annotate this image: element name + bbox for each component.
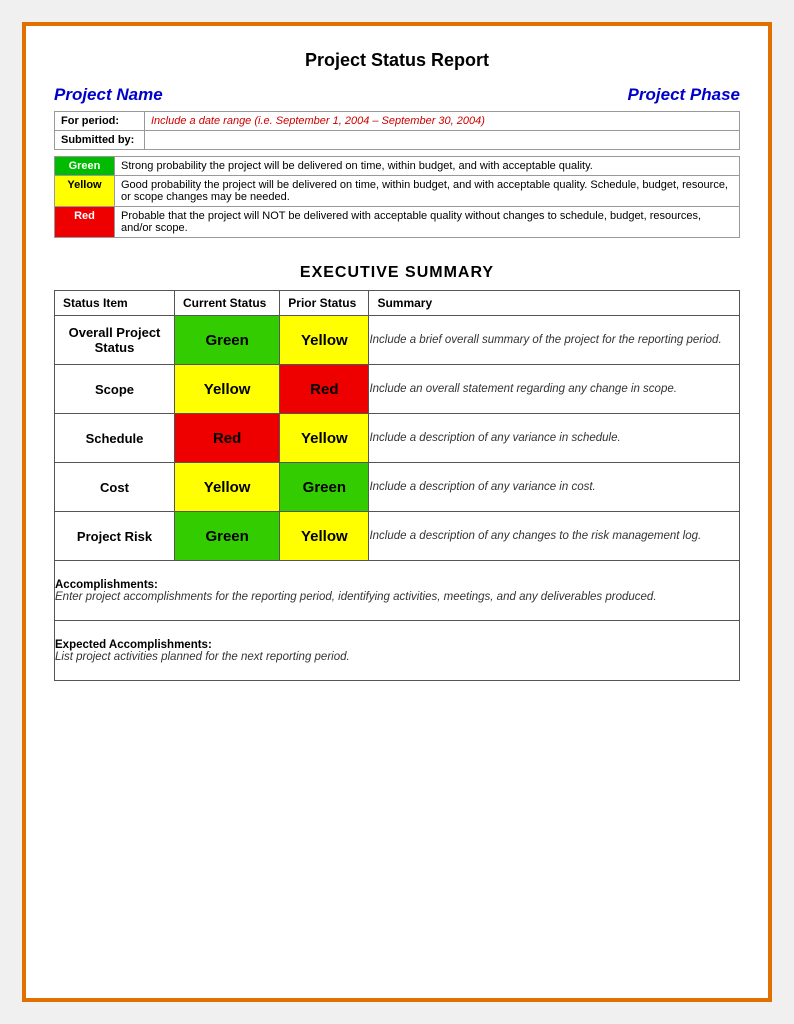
current-risk: Green <box>175 512 280 561</box>
for-period-label: For period: <box>55 112 145 131</box>
legend-green-row: Green Strong probability the project wil… <box>55 157 740 176</box>
submitted-by-label: Submitted by: <box>55 131 145 150</box>
accomplishments-cell: Accomplishments: Enter project accomplis… <box>55 561 740 621</box>
submitted-by-value <box>145 131 740 150</box>
legend-yellow-row: Yellow Good probability the project will… <box>55 176 740 207</box>
legend-green-color: Green <box>55 157 115 176</box>
submitted-by-row: Submitted by: <box>55 131 740 150</box>
summary-risk: Include a description of any changes to … <box>369 512 740 561</box>
current-overall: Green <box>175 316 280 365</box>
col-summary: Summary <box>369 291 740 316</box>
page-title: Project Status Report <box>54 50 740 71</box>
accomplishments-text: Enter project accomplishments for the re… <box>55 591 739 603</box>
item-overall: Overall Project Status <box>55 316 175 365</box>
prior-cost: Green <box>280 463 369 512</box>
expected-accomplishments-row: Expected Accomplishments: List project a… <box>55 621 740 681</box>
item-cost: Cost <box>55 463 175 512</box>
expected-label: Expected Accomplishments: <box>55 639 739 651</box>
summary-scope: Include an overall statement regarding a… <box>369 365 740 414</box>
table-row: Cost Yellow Green Include a description … <box>55 463 740 512</box>
table-row: Schedule Red Yellow Include a descriptio… <box>55 414 740 463</box>
prior-risk: Yellow <box>280 512 369 561</box>
col-prior-status: Prior Status <box>280 291 369 316</box>
badge-green: Green <box>175 316 279 364</box>
executive-summary-title: EXECUTIVE SUMMARY <box>54 264 740 282</box>
badge-yellow: Yellow <box>175 463 279 511</box>
badge-yellow: Yellow <box>280 414 368 462</box>
prior-overall: Yellow <box>280 316 369 365</box>
project-phase-label: Project Phase <box>628 85 740 105</box>
item-scope: Scope <box>55 365 175 414</box>
badge-red: Red <box>175 414 279 462</box>
col-current-status: Current Status <box>175 291 280 316</box>
prior-scope: Red <box>280 365 369 414</box>
legend-red-desc: Probable that the project will NOT be de… <box>115 207 740 238</box>
item-schedule: Schedule <box>55 414 175 463</box>
header-row: Project Name Project Phase <box>54 85 740 105</box>
for-period-value: Include a date range (i.e. September 1, … <box>145 112 740 131</box>
expected-accomplishments-cell: Expected Accomplishments: List project a… <box>55 621 740 681</box>
badge-yellow: Yellow <box>280 316 368 364</box>
info-table: For period: Include a date range (i.e. S… <box>54 111 740 150</box>
badge-green: Green <box>175 512 279 560</box>
summary-overall: Include a brief overall summary of the p… <box>369 316 740 365</box>
accomplishments-row: Accomplishments: Enter project accomplis… <box>55 561 740 621</box>
exec-table: Status Item Current Status Prior Status … <box>54 290 740 681</box>
badge-green: Green <box>280 463 368 511</box>
table-row: Scope Yellow Red Include an overall stat… <box>55 365 740 414</box>
legend-red-color: Red <box>55 207 115 238</box>
current-scope: Yellow <box>175 365 280 414</box>
project-name-label: Project Name <box>54 85 163 105</box>
accomplishments-label: Accomplishments: <box>55 579 739 591</box>
badge-yellow: Yellow <box>175 365 279 413</box>
legend-yellow-desc: Good probability the project will be del… <box>115 176 740 207</box>
legend-red-row: Red Probable that the project will NOT b… <box>55 207 740 238</box>
expected-text: List project activities planned for the … <box>55 651 739 663</box>
legend-yellow-color: Yellow <box>55 176 115 207</box>
col-status-item: Status Item <box>55 291 175 316</box>
page-border: Project Status Report Project Name Proje… <box>22 22 772 1002</box>
table-row: Overall Project Status Green Yellow Incl… <box>55 316 740 365</box>
item-risk: Project Risk <box>55 512 175 561</box>
current-cost: Yellow <box>175 463 280 512</box>
color-legend-table: Green Strong probability the project wil… <box>54 156 740 238</box>
for-period-row: For period: Include a date range (i.e. S… <box>55 112 740 131</box>
summary-cost: Include a description of any variance in… <box>369 463 740 512</box>
badge-yellow: Yellow <box>280 512 368 560</box>
exec-table-header: Status Item Current Status Prior Status … <box>55 291 740 316</box>
legend-green-desc: Strong probability the project will be d… <box>115 157 740 176</box>
badge-red: Red <box>280 365 368 413</box>
summary-schedule: Include a description of any variance in… <box>369 414 740 463</box>
table-row: Project Risk Green Yellow Include a desc… <box>55 512 740 561</box>
current-schedule: Red <box>175 414 280 463</box>
prior-schedule: Yellow <box>280 414 369 463</box>
